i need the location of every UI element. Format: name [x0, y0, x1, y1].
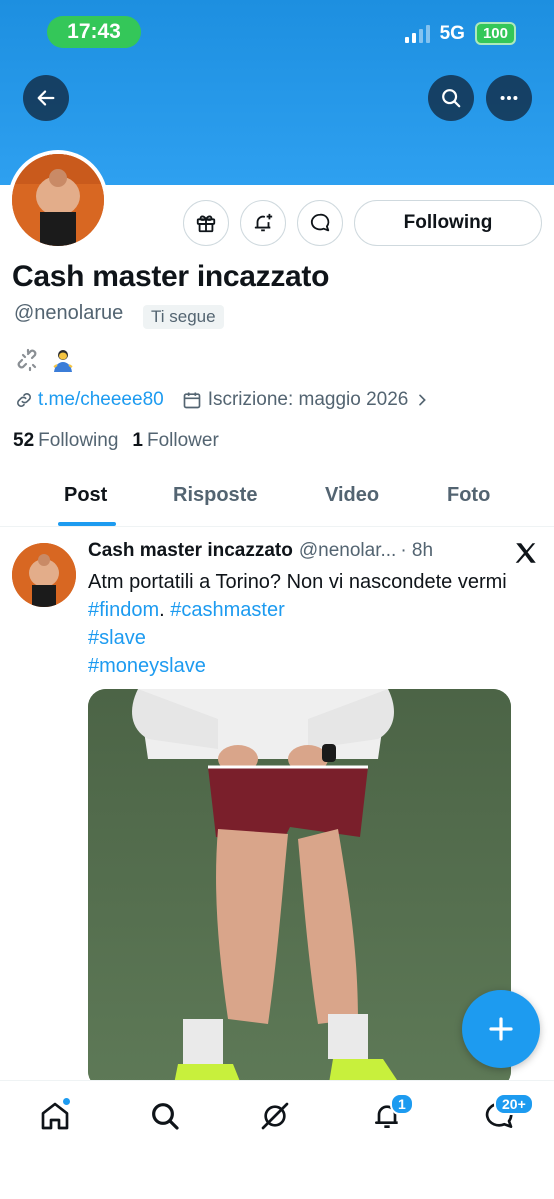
more-button[interactable] — [486, 75, 532, 121]
subscribe-button[interactable] — [183, 200, 229, 246]
post-media-image[interactable] — [88, 689, 511, 1089]
nav-notifications[interactable]: 1 — [370, 1093, 414, 1133]
hashtag[interactable]: #slave — [88, 627, 146, 649]
message-button[interactable] — [297, 200, 343, 246]
following-button[interactable]: Following — [354, 200, 542, 246]
profile-handle: @nenolarue — [14, 302, 124, 324]
kneeling-person-icon — [53, 350, 73, 372]
post-time: · 8h — [400, 540, 434, 561]
grok-icon — [261, 1102, 289, 1130]
status-indicators: 5G 100 — [404, 22, 516, 45]
bio — [16, 348, 76, 374]
tab-post[interactable]: Post — [64, 484, 107, 507]
tab-replies[interactable]: Risposte — [173, 484, 257, 507]
post-author-avatar[interactable] — [12, 543, 76, 607]
post-text: Atm portatili a Torino? Non vi nascondet… — [88, 568, 548, 680]
arrow-left-icon — [37, 90, 55, 106]
profile-name: Cash master incazzato — [12, 260, 330, 293]
messages-badge: 20+ — [494, 1093, 534, 1115]
gift-icon — [196, 215, 216, 233]
network-label: 5G — [439, 22, 465, 44]
compose-button[interactable] — [462, 990, 540, 1068]
avatar-image — [12, 154, 104, 246]
search-button[interactable] — [428, 75, 474, 121]
back-button[interactable] — [23, 75, 69, 121]
follows-you-badge: Ti segue — [143, 305, 224, 329]
following-count[interactable]: 52 Following — [13, 430, 118, 452]
profile-meta: t.me/cheeee80 Iscrizione: maggio 2026 — [14, 389, 430, 411]
post-body: Atm portatili a Torino? Non vi nascondet… — [88, 571, 507, 593]
hashtag[interactable]: #findom — [88, 599, 159, 621]
nav-messages[interactable]: 20+ — [482, 1093, 534, 1133]
notifications-badge: 1 — [390, 1093, 414, 1115]
post-header: Cash master incazzato @nenolar... · 8h — [88, 540, 433, 562]
chevron-right-icon[interactable] — [414, 392, 430, 408]
search-icon — [442, 89, 461, 108]
more-horizontal-icon — [500, 95, 518, 101]
active-tab-indicator — [58, 522, 116, 526]
nav-home[interactable] — [38, 1097, 72, 1133]
followers-count[interactable]: 1 Follower — [132, 430, 218, 452]
plus-icon — [489, 1017, 513, 1041]
join-date: Iscrizione: maggio 2026 — [207, 389, 409, 410]
profile-link[interactable]: t.me/cheeee80 — [38, 389, 164, 411]
battery-indicator: 100 — [474, 22, 516, 45]
nav-grok[interactable] — [258, 1099, 292, 1133]
home-unread-dot — [62, 1097, 71, 1106]
search-icon — [152, 1103, 179, 1130]
calendar-icon — [183, 392, 201, 409]
follow-counts: 52 Following 1 Follower — [13, 430, 219, 452]
broken-chain-icon — [17, 348, 37, 372]
post-author-name[interactable]: Cash master incazzato — [88, 540, 293, 561]
profile-tabs: Post Risposte Video Foto — [0, 474, 554, 527]
x-logo-icon — [515, 543, 536, 563]
signal-icon — [404, 24, 430, 43]
bell-plus-icon — [254, 213, 273, 232]
tab-video[interactable]: Video — [325, 484, 379, 507]
tab-photos[interactable]: Foto — [447, 484, 490, 507]
profile-avatar[interactable] — [8, 150, 108, 250]
message-bubble-icon — [310, 213, 330, 232]
hashtag[interactable]: #cashmaster — [170, 599, 285, 621]
post-author-handle[interactable]: @nenolar... — [299, 540, 396, 561]
hashtag[interactable]: #moneyslave — [88, 655, 206, 677]
link-icon — [17, 393, 31, 407]
bottom-navigation: 1 20+ — [0, 1080, 554, 1199]
status-time: 17:43 — [47, 16, 141, 48]
notifications-toggle-button[interactable] — [240, 200, 286, 246]
nav-search[interactable] — [148, 1099, 182, 1133]
